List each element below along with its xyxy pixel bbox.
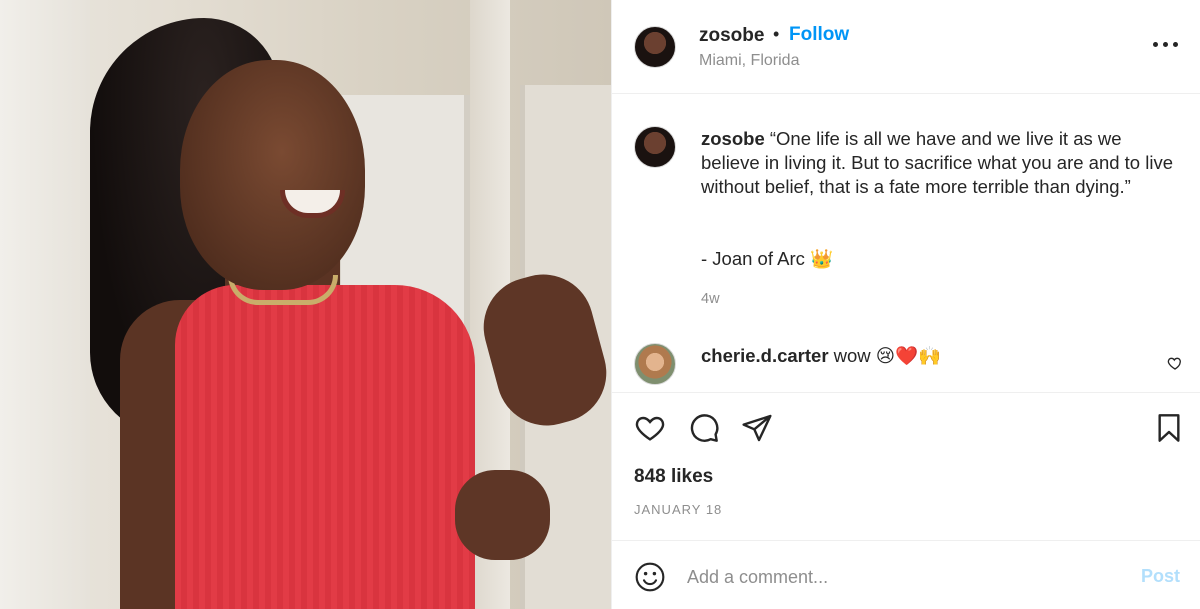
author-username[interactable]: zosobe	[699, 25, 764, 47]
follow-button[interactable]: Follow	[789, 24, 849, 46]
post-header: zosobe • Follow Miami, Florida	[612, 0, 1200, 94]
likes-count[interactable]: 848 likes	[634, 466, 713, 488]
more-dot	[1173, 42, 1178, 47]
post-side-panel: zosobe • Follow Miami, Florida zosobe “O…	[611, 0, 1200, 609]
emoji-icon[interactable]	[634, 561, 666, 593]
post-date[interactable]: JANUARY 18	[634, 502, 722, 517]
post-location[interactable]: Miami, Florida	[699, 52, 799, 70]
comment-bubble-icon[interactable]	[688, 412, 720, 444]
comment-body: wow 😢❤️🙌	[828, 345, 942, 366]
post-photo[interactable]	[0, 0, 611, 609]
post-actions: 848 likes JANUARY 18	[612, 392, 1200, 540]
caption-timestamp[interactable]: 4w	[701, 291, 720, 307]
author-avatar[interactable]	[634, 26, 676, 68]
caption-text: zosobe “One life is all we have and we l…	[701, 127, 1181, 200]
more-dot	[1163, 42, 1168, 47]
add-comment-bar: Post	[612, 540, 1200, 609]
bookmark-icon[interactable]	[1153, 412, 1185, 444]
post-comment-button[interactable]: Post	[1141, 566, 1180, 587]
more-options-icon[interactable]	[1153, 36, 1179, 52]
commenter-username[interactable]: cherie.d.carter	[701, 345, 829, 366]
caption-username[interactable]: zosobe	[701, 128, 765, 149]
caption-signature: - Joan of Arc 👑	[701, 248, 834, 269]
commenter-avatar[interactable]	[634, 343, 676, 385]
photo-wall	[0, 0, 90, 609]
comment-heart-icon[interactable]	[1167, 355, 1183, 371]
paper-plane-icon[interactable]	[741, 412, 773, 444]
photo-face	[180, 60, 365, 290]
comment-text: cherie.d.carter wow 😢❤️🙌	[701, 345, 941, 367]
header-separator: •	[773, 24, 780, 44]
caption-body: “One life is all we have and we live it …	[701, 128, 1173, 198]
more-dot	[1153, 42, 1158, 47]
photo-hand-lower	[455, 470, 550, 560]
caption-author-avatar[interactable]	[634, 126, 676, 168]
photo-dress	[175, 285, 475, 609]
heart-icon[interactable]	[634, 412, 666, 444]
comment-input[interactable]	[687, 563, 1117, 591]
